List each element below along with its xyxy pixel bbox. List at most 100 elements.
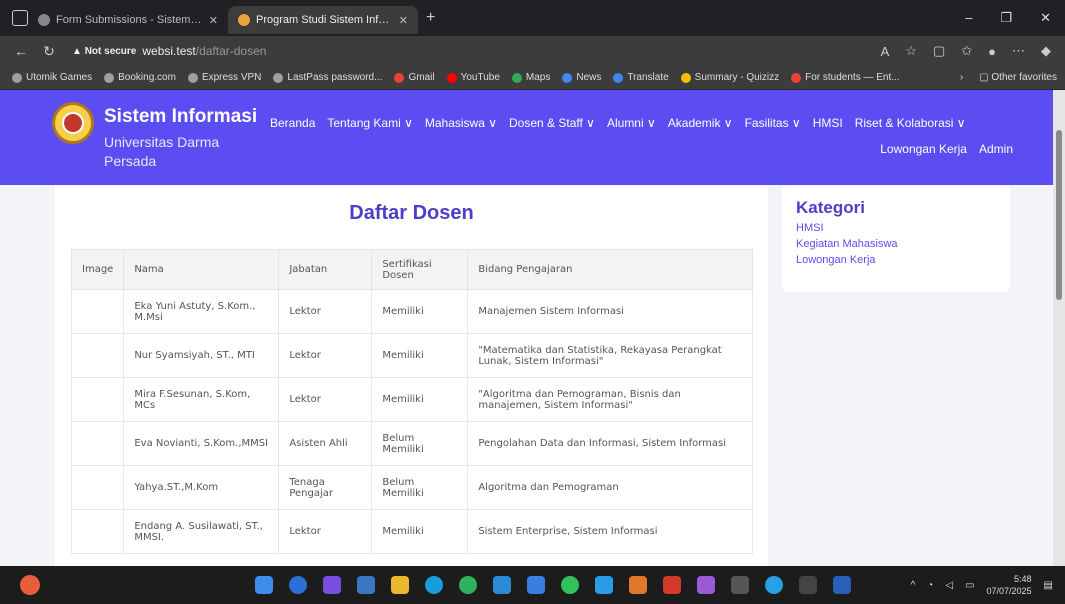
menu-beranda[interactable]: Beranda xyxy=(270,116,315,130)
minimize-icon[interactable]: – xyxy=(965,10,972,26)
bookmark-item[interactable]: News xyxy=(562,72,601,83)
back-icon[interactable]: ← xyxy=(14,43,28,59)
edge-browser-icon[interactable] xyxy=(425,576,443,594)
menu-mahasiswa[interactable]: Mahasiswa ∨ xyxy=(425,116,497,130)
chrome-icon[interactable] xyxy=(459,576,477,594)
notification-icon[interactable]: ▤ xyxy=(1044,580,1053,591)
chevron-right-icon[interactable]: › xyxy=(960,72,963,83)
menu-akademik[interactable]: Akademik ∨ xyxy=(668,116,733,130)
close-tab-icon[interactable]: ✕ xyxy=(399,14,408,27)
read-aloud-icon[interactable]: A xyxy=(881,44,890,59)
vscode-icon[interactable] xyxy=(493,576,511,594)
cell-sertifikasi: Belum Memiliki xyxy=(371,465,469,510)
copilot-icon[interactable]: ◆ xyxy=(1041,43,1051,59)
wifi-icon[interactable]: ◔ xyxy=(927,580,933,591)
link-app-icon[interactable] xyxy=(527,576,545,594)
bookmark-item[interactable]: Utomik Games xyxy=(12,72,92,83)
site-header: Sistem Informasi Universitas Darma Persa… xyxy=(0,90,1053,185)
menu-alumni[interactable]: Alumni ∨ xyxy=(607,116,656,130)
clock-time: 5:48 xyxy=(1014,574,1032,584)
app-icon[interactable] xyxy=(731,576,749,594)
not-secure-badge[interactable]: ▲ Not secure xyxy=(72,46,136,57)
bookmark-item[interactable]: Summary - Quizizz xyxy=(680,72,779,83)
kategori-item-lowongan-kerja[interactable]: Lowongan Kerja xyxy=(796,254,996,266)
favorite-star-icon[interactable]: ☆ xyxy=(905,43,917,59)
kategori-item-kegiatan-mahasiswa[interactable]: Kegiatan Mahasiswa xyxy=(796,238,996,250)
refresh-icon[interactable]: ↻ xyxy=(42,43,56,60)
column-header-bidang: Bidang Pengajaran xyxy=(467,249,753,290)
bookmark-item[interactable]: For students — Ent... xyxy=(791,72,900,83)
logo-emblem xyxy=(62,112,84,134)
cell-image xyxy=(70,465,125,510)
terminal-icon[interactable] xyxy=(799,576,817,594)
app-icon[interactable] xyxy=(629,576,647,594)
cell-sertifikasi: Memiliki xyxy=(371,377,469,422)
start-menu-icon[interactable] xyxy=(255,576,273,594)
close-tab-icon[interactable]: ✕ xyxy=(209,14,218,27)
kategori-item-hmsi[interactable]: HMSI xyxy=(796,222,996,234)
split-screen-icon[interactable]: ▢ xyxy=(933,43,945,59)
cell-bidang: "Algoritma dan Pemograman, Bisnis dan ma… xyxy=(467,377,753,422)
bookmark-item[interactable]: Gmail xyxy=(394,72,435,83)
tab-actions-icon[interactable] xyxy=(12,10,28,26)
menu-lowongan-kerja[interactable]: Lowongan Kerja xyxy=(880,142,967,156)
bookmark-item[interactable]: YouTube xyxy=(446,72,500,83)
page-scrollbar[interactable] xyxy=(1053,90,1065,566)
volume-icon[interactable]: ◁ xyxy=(945,580,953,591)
other-favorites[interactable]: ▢ Other favorites xyxy=(979,72,1057,83)
bookmark-icon xyxy=(273,72,284,83)
menu-tentang-kami[interactable]: Tentang Kami ∨ xyxy=(327,116,413,130)
battery-icon[interactable]: ▭ xyxy=(965,580,974,591)
app-icon[interactable] xyxy=(595,576,613,594)
cell-jabatan: Asisten Ahli xyxy=(278,421,373,466)
widgets-icon[interactable] xyxy=(357,576,375,594)
file-explorer-icon[interactable] xyxy=(391,576,409,594)
app-icon[interactable] xyxy=(663,576,681,594)
restore-icon[interactable]: ❐ xyxy=(1000,10,1012,26)
favorites-icon[interactable]: ✩ xyxy=(961,43,972,59)
url-path: /daftar-dosen xyxy=(195,44,267,58)
column-header-sertifikasi: Sertifikasi Dosen xyxy=(371,249,469,290)
more-menu-icon[interactable]: ⋯ xyxy=(1012,43,1025,59)
weather-widget-icon[interactable] xyxy=(20,575,40,595)
table-row: Eva Novianti, S.Kom.,MMSI Asisten Ahli B… xyxy=(70,421,753,466)
tray-chevron-icon[interactable]: ^ xyxy=(911,580,916,591)
scrollbar-thumb[interactable] xyxy=(1056,130,1062,300)
university-logo[interactable] xyxy=(52,102,94,144)
bookmark-item[interactable]: Express VPN xyxy=(187,72,261,83)
bookmark-label: Booking.com xyxy=(118,72,176,83)
close-window-icon[interactable]: ✕ xyxy=(1040,10,1051,26)
bookmark-item[interactable]: LastPass password... xyxy=(273,72,382,83)
app-icon[interactable] xyxy=(765,576,783,594)
brand-title[interactable]: Sistem Informasi xyxy=(104,106,257,128)
url-field[interactable]: ▲ Not secure websi.test/daftar-dosen xyxy=(72,40,266,62)
clock[interactable]: 5:48 07/07/2025 xyxy=(987,573,1032,597)
tab-form-submissions[interactable]: Form Submissions - Sistem Infor ✕ xyxy=(28,6,228,34)
bookmark-icon xyxy=(187,72,198,83)
word-icon[interactable] xyxy=(833,576,851,594)
new-tab-icon[interactable]: + xyxy=(426,9,435,27)
menu-riset-kolaborasi[interactable]: Riset & Kolaborasi ∨ xyxy=(855,116,966,130)
table-row: Nur Syamsiyah, ST., MTI Lektor Memiliki … xyxy=(70,333,753,378)
spotify-icon[interactable] xyxy=(561,576,579,594)
search-icon[interactable] xyxy=(289,576,307,594)
menu-admin[interactable]: Admin xyxy=(979,142,1013,156)
translate-icon xyxy=(613,72,624,83)
copilot-app-icon[interactable] xyxy=(323,576,341,594)
clock-date: 07/07/2025 xyxy=(986,586,1032,596)
cell-nama: Nur Syamsiyah, ST., MTI xyxy=(123,333,280,378)
address-bar: ← ↻ ▲ Not secure websi.test/daftar-dosen… xyxy=(0,36,1065,66)
menu-dosen-staff[interactable]: Dosen & Staff ∨ xyxy=(509,116,595,130)
menu-hmsi[interactable]: HMSI xyxy=(813,116,843,130)
column-header-jabatan: Jabatan xyxy=(278,249,373,290)
cell-image xyxy=(70,377,125,422)
bookmark-item[interactable]: Maps xyxy=(511,72,550,83)
menu-fasilitas[interactable]: Fasilitas ∨ xyxy=(745,116,801,130)
bookmark-item[interactable]: Translate xyxy=(613,72,669,83)
profile-icon[interactable]: ● xyxy=(988,44,996,59)
app-icon[interactable] xyxy=(697,576,715,594)
tab-program-studi[interactable]: Program Studi Sistem Informasi ✕ xyxy=(228,6,418,34)
bookmark-item[interactable]: Booking.com xyxy=(104,72,176,83)
page-viewport: Sistem Informasi Universitas Darma Persa… xyxy=(0,90,1053,566)
secondary-menu: Lowongan Kerja Admin xyxy=(880,142,1013,156)
